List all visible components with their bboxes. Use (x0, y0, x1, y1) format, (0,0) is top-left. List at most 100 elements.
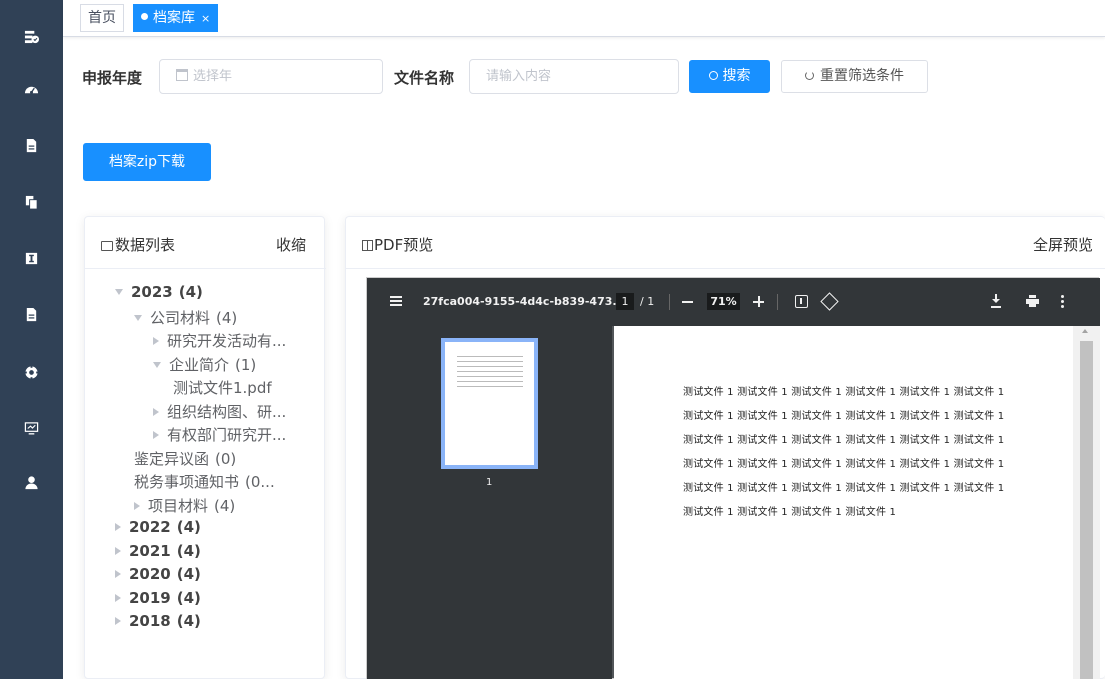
fullscreen-preview-button[interactable]: 全屏预览 (1033, 234, 1093, 255)
zoom-in-icon[interactable] (753, 296, 764, 307)
rotate-icon[interactable] (820, 292, 839, 311)
tree-node[interactable]: 2020 (4) (115, 565, 201, 583)
tree-node-label: 有权部门研究开... (167, 426, 287, 444)
sidebar (0, 0, 63, 679)
tree-node-count: (0) (215, 449, 237, 468)
tab-home-label: 首页 (88, 10, 116, 26)
tree-node[interactable]: 税务事项通知书 (0... (134, 471, 275, 492)
tree-node[interactable]: 2023 (4) (115, 283, 203, 301)
caret-right-icon[interactable] (115, 523, 121, 531)
caret-right-icon[interactable] (153, 431, 159, 439)
tree-node[interactable]: 公司材料 (4) (134, 307, 237, 328)
refresh-icon (805, 71, 814, 80)
active-dot-icon (141, 13, 148, 20)
pdf-page: 测试文件 1 测试文件 1 测试文件 1 测试文件 1 测试文件 1 测试文件 … (614, 326, 1073, 679)
caret-right-icon[interactable] (153, 337, 159, 345)
monitor-icon[interactable] (23, 420, 40, 437)
tree-node-count: (4) (176, 518, 201, 536)
tree-node-label: 研究开发活动有... (167, 332, 287, 350)
tab-archive-label: 档案库 (153, 10, 195, 26)
caret-right-icon[interactable] (115, 546, 121, 555)
tree-node-label: 2023 (131, 283, 173, 301)
close-icon[interactable]: × (201, 12, 210, 25)
thumbnail-sidebar: 1 (367, 326, 612, 679)
year-placeholder: 选择年 (193, 69, 233, 84)
pdf-filename: 27fca004-9155-4d4c-b839-473... (423, 295, 625, 308)
caret-right-icon[interactable] (115, 570, 121, 578)
tree-node-label: 2020 (129, 565, 171, 583)
menu-icon[interactable] (390, 296, 402, 306)
document-line: 测试文件 1 测试文件 1 测试文件 1 测试文件 1 测试文件 1 测试文件 … (683, 459, 1005, 470)
download-zip-button[interactable]: 档案zip下载 (83, 143, 211, 181)
print-icon[interactable] (1026, 295, 1039, 307)
tree-node[interactable]: 企业简介 (1) (153, 354, 256, 375)
tree-node-label: 2019 (129, 588, 171, 607)
tree-node[interactable]: 组织结构图、研... (153, 401, 286, 422)
caret-right-icon[interactable] (115, 617, 121, 625)
scrollbar-thumb[interactable] (1080, 341, 1093, 679)
zoom-level[interactable]: 71% (707, 293, 740, 310)
tree-node[interactable]: 2022 (4) (115, 518, 201, 536)
year-picker[interactable]: 选择年 (159, 59, 383, 94)
dashboard-icon[interactable] (23, 81, 40, 98)
caret-down-icon[interactable] (115, 289, 123, 295)
caret-right-icon[interactable] (134, 501, 140, 510)
tree-node-label: 2018 (129, 612, 171, 630)
scroll-up-icon[interactable] (1082, 329, 1088, 333)
info-icon[interactable] (23, 250, 40, 267)
tree-node-count: (4) (178, 283, 203, 301)
tab-bar: 首页 档案库 × (63, 0, 1105, 37)
divider (85, 268, 326, 269)
caret-down-icon[interactable] (153, 361, 161, 368)
thumbnail-text-lines (457, 356, 523, 388)
logo-icon[interactable] (23, 28, 40, 45)
main-content: 首页 档案库 × 申报年度 选择年 文件名称 请输入内容 搜索 重置筛选条件 档案… (63, 0, 1105, 679)
collapse-button[interactable]: 收缩 (276, 234, 306, 255)
calendar-icon (176, 69, 188, 81)
tree-node-count: (4) (176, 565, 201, 583)
tree-node[interactable]: 项目材料 (4) (134, 495, 235, 516)
page-thumbnail[interactable] (441, 338, 538, 469)
tree-node[interactable]: 2018 (4) (115, 612, 201, 630)
search-button[interactable]: 搜索 (689, 60, 770, 93)
more-options-icon[interactable] (1061, 295, 1064, 308)
caret-right-icon[interactable] (115, 593, 121, 602)
caret-right-icon[interactable] (153, 407, 159, 416)
data-list-title: 数据列表 (115, 236, 176, 254)
toolbar-divider (669, 294, 670, 310)
preview-title: PDF预览 (374, 236, 434, 254)
tree-node[interactable]: 2019 (4) (115, 589, 201, 607)
tree-node-label: 项目材料 (148, 496, 209, 515)
tree-node-label: 测试文件1.pdf (173, 379, 272, 397)
copy-icon[interactable] (23, 194, 40, 211)
tree-node[interactable]: 有权部门研究开... (153, 424, 286, 445)
tree-node[interactable]: 研究开发活动有... (153, 330, 286, 351)
caret-down-icon[interactable] (134, 314, 142, 321)
panel-title-group: 数据列表 (101, 234, 175, 255)
tab-home[interactable]: 首页 (80, 4, 124, 32)
document-icon[interactable] (23, 137, 40, 154)
book-icon (362, 240, 373, 251)
page-number-input[interactable]: 1 (616, 293, 634, 310)
search-icon (708, 71, 718, 80)
tree-node[interactable]: 测试文件1.pdf (173, 377, 272, 398)
file-icon[interactable] (23, 306, 40, 323)
tab-archive[interactable]: 档案库 × (133, 4, 219, 32)
settings-icon[interactable] (23, 364, 40, 381)
tree-node[interactable]: 2021 (4) (115, 542, 201, 560)
tree-node-count: (4) (176, 541, 201, 560)
document-line: 测试文件 1 测试文件 1 测试文件 1 测试文件 1 (683, 507, 897, 518)
name-input[interactable]: 请输入内容 (469, 59, 679, 94)
zoom-out-icon[interactable] (682, 301, 693, 303)
scrollbar[interactable] (1073, 326, 1100, 679)
fit-page-icon[interactable] (795, 295, 808, 308)
tree-node-label: 2022 (129, 518, 171, 536)
toolbar-divider (777, 294, 778, 310)
user-icon[interactable] (23, 474, 40, 491)
download-icon[interactable] (991, 294, 1001, 308)
tree-node-label: 企业简介 (169, 355, 230, 374)
pdf-toolbar: 27fca004-9155-4d4c-b839-473... 1 / 1 71% (367, 278, 1100, 326)
tree-node[interactable]: 鉴定异议函 (0) (134, 448, 236, 469)
tree-node-count: (4) (176, 612, 201, 630)
reset-button[interactable]: 重置筛选条件 (781, 60, 928, 93)
